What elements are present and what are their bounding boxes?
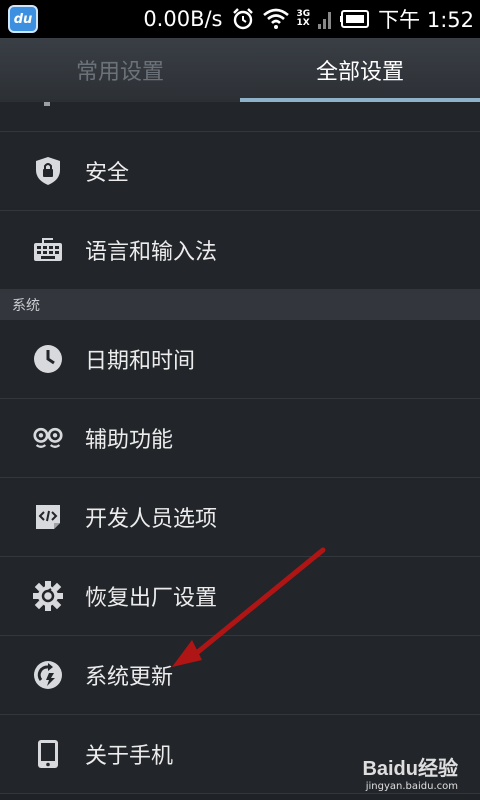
phone-icon <box>33 739 63 769</box>
wifi-icon <box>262 8 289 29</box>
settings-item-label: 语言和输入法 <box>85 240 218 265</box>
gear-reset-icon <box>33 581 63 611</box>
alarm-icon <box>232 8 253 30</box>
section-header-system: 系统 <box>0 290 480 320</box>
clock-icon <box>33 344 63 374</box>
list-item-partial <box>0 102 480 132</box>
settings-item-language[interactable]: 语言和输入法 <box>0 211 480 290</box>
shield-lock-icon <box>33 156 63 186</box>
settings-item-label: 开发人员选项 <box>85 507 218 532</box>
baidu-watermark: Baidu经验 jingyan.baidu.com <box>362 752 458 792</box>
battery-icon <box>340 10 370 28</box>
network-type: 3G 1X <box>296 9 311 28</box>
settings-item-developer[interactable]: 开发人员选项 <box>0 478 480 557</box>
network-speed: 0.00B/s <box>143 7 223 31</box>
settings-item-label: 安全 <box>85 161 130 186</box>
settings-list: 安全 语言和输入法 系统 日期和时间 辅助功能 开发人员选项 恢复出厂设置 系统… <box>0 102 480 794</box>
status-right: 0.00B/s 3G 1X 下午 1:52 <box>143 0 474 38</box>
settings-item-datetime[interactable]: 日期和时间 <box>0 320 480 399</box>
settings-item-label: 系统更新 <box>85 665 174 690</box>
watermark-site: jingyan.baidu.com <box>365 781 458 792</box>
system-update-icon <box>33 660 63 690</box>
keyboard-icon <box>33 235 63 265</box>
accessibility-icon <box>33 423 63 453</box>
settings-item-label: 辅助功能 <box>85 428 174 453</box>
settings-item-system-update[interactable]: 系统更新 <box>0 636 480 715</box>
settings-item-accessibility[interactable]: 辅助功能 <box>0 399 480 478</box>
signal-icon <box>318 12 332 29</box>
clock-time: 下午 1:52 <box>378 8 474 32</box>
watermark-brand: Baidu经验 <box>362 758 458 780</box>
settings-item-factory-reset[interactable]: 恢复出厂设置 <box>0 557 480 636</box>
status-bar: du 0.00B/s 3G 1X 下午 1:52 <box>0 0 480 38</box>
du-app-icon: du <box>8 5 38 33</box>
developer-code-icon <box>33 502 63 532</box>
settings-item-label: 日期和时间 <box>85 349 196 374</box>
tab-all-settings[interactable]: 全部设置 <box>240 38 480 102</box>
settings-item-security[interactable]: 安全 <box>0 132 480 211</box>
settings-item-label: 关于手机 <box>85 744 174 769</box>
tab-common-settings[interactable]: 常用设置 <box>0 38 240 102</box>
settings-item-label: 恢复出厂设置 <box>85 586 218 611</box>
settings-tabs: 常用设置 全部设置 <box>0 38 480 102</box>
